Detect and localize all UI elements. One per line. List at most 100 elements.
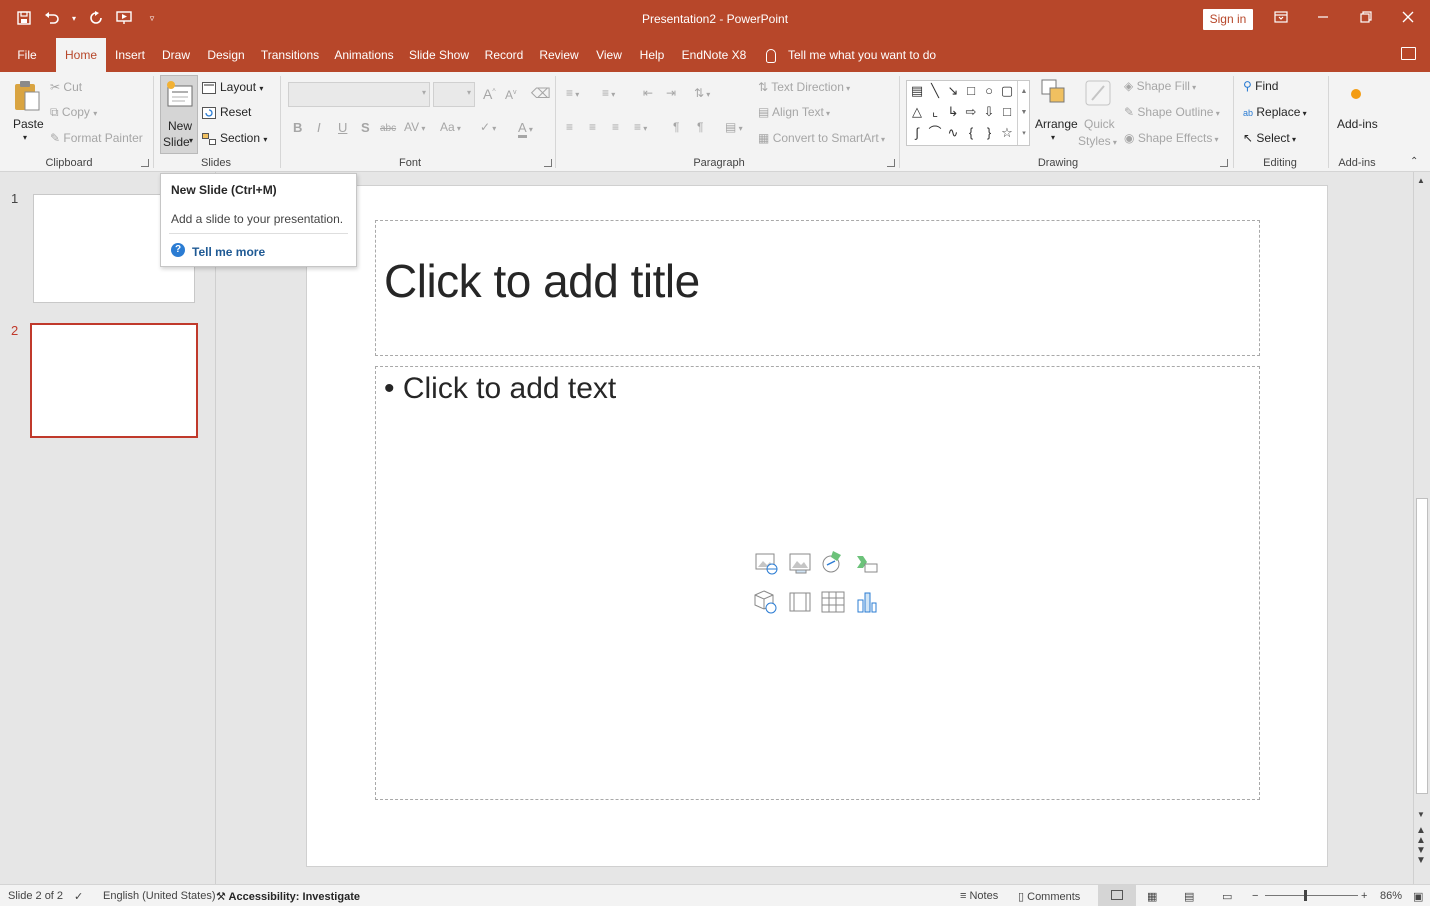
reading-view-icon[interactable]: ▤	[1184, 890, 1194, 903]
elbow-arrow-icon[interactable]: ↳	[945, 104, 961, 120]
tab-file[interactable]: File	[9, 38, 45, 72]
tab-design[interactable]: Design	[203, 38, 249, 72]
paragraph-launcher-icon[interactable]	[887, 159, 895, 167]
rtl-icon[interactable]: ¶	[697, 120, 703, 134]
line-spacing-icon[interactable]: ⇅ ▾	[694, 86, 710, 100]
shapes-gallery[interactable]: ▤ ╲ ↘ □ ○ ▢ △ ⌞ ↳ ⇨ ⇩ □ ∫ ⌒ ∿ { } ☆ ▲ ▼ ▾	[906, 80, 1030, 146]
tab-draw[interactable]: Draw	[157, 38, 195, 72]
zoom-slider-thumb[interactable]	[1304, 890, 1307, 901]
scroll-up-icon[interactable]: ▲	[1417, 176, 1425, 185]
align-text-button[interactable]: ▤ Align Text ▾	[758, 105, 830, 119]
sign-in-button[interactable]: Sign in	[1203, 9, 1253, 30]
character-spacing-button[interactable]: AV ▾	[404, 120, 425, 134]
right-brace-icon[interactable]: }	[981, 125, 997, 141]
gallery-scroll[interactable]: ▲ ▼ ▾	[1017, 81, 1030, 145]
next-slide-icon[interactable]: ▼ ▼	[1416, 846, 1426, 866]
bold-button[interactable]: B	[293, 120, 302, 135]
previous-slide-icon[interactable]: ▲ ▲	[1416, 826, 1426, 846]
arc-icon[interactable]: ⌒	[927, 125, 943, 141]
down-arrow-icon[interactable]: ⇩	[981, 104, 997, 120]
reset-button[interactable]: Reset	[202, 105, 251, 119]
slide-thumbnail-2[interactable]	[30, 323, 198, 438]
slide-sorter-icon[interactable]: ▦	[1147, 890, 1157, 903]
fit-slide-icon[interactable]: ▣	[1413, 890, 1423, 903]
vertical-scrollbar[interactable]: ▲ ▼ ▲ ▲ ▼ ▼	[1413, 172, 1430, 884]
paste-dropdown-icon[interactable]: ▾	[23, 133, 27, 142]
snip-rectangle-icon[interactable]: □	[999, 104, 1015, 120]
increase-indent-icon[interactable]: ⇥	[666, 86, 676, 100]
find-button[interactable]: ⚲ Find	[1243, 79, 1278, 93]
section-button[interactable]: Section ▾	[202, 131, 267, 145]
comments-button[interactable]: ▯ Comments	[1018, 890, 1080, 903]
convert-smartart-button[interactable]: ▦ Convert to SmartArt ▾	[758, 131, 885, 145]
tab-transitions[interactable]: Transitions	[257, 38, 323, 72]
zoom-level[interactable]: 86%	[1380, 890, 1402, 902]
close-icon[interactable]	[1398, 8, 1418, 28]
arrange-button[interactable]: Arrange	[1035, 117, 1078, 131]
italic-button[interactable]: I	[317, 120, 321, 135]
elbow-connector-icon[interactable]: ⌞	[927, 104, 943, 120]
strikethrough-button[interactable]: abc	[380, 123, 396, 134]
text-box-icon[interactable]: ▤	[909, 83, 925, 99]
zoom-slider[interactable]	[1265, 895, 1358, 896]
freeform-icon[interactable]: ∫	[909, 125, 925, 141]
icons-icon[interactable]	[821, 549, 845, 573]
right-arrow-icon[interactable]: ⇨	[963, 104, 979, 120]
video-icon[interactable]	[788, 590, 812, 614]
curve-icon[interactable]: ∿	[945, 125, 961, 141]
font-launcher-icon[interactable]	[544, 159, 552, 167]
grow-font-button[interactable]: A^	[483, 86, 496, 102]
font-size-dropdown[interactable]: ▾	[433, 82, 475, 107]
layout-button[interactable]: Layout ▾	[202, 80, 263, 94]
decrease-indent-icon[interactable]: ⇤	[643, 86, 653, 100]
content-placeholder[interactable]	[375, 366, 1260, 800]
highlight-icon[interactable]: ✓ ▾	[480, 120, 496, 134]
numbering-icon[interactable]: ≡ ▾	[602, 86, 615, 100]
rectangle-icon[interactable]: □	[963, 83, 979, 99]
scrollbar-thumb[interactable]	[1416, 498, 1428, 794]
tab-record[interactable]: Record	[480, 38, 528, 72]
shrink-font-button[interactable]: Av	[505, 88, 517, 102]
stock-images-icon[interactable]	[754, 551, 778, 575]
slideshow-view-icon[interactable]: ▭	[1222, 890, 1232, 903]
bullets-icon[interactable]: ≡ ▾	[566, 86, 579, 100]
3d-models-icon[interactable]	[754, 589, 778, 614]
new-slide-button[interactable]: New Slide ▾	[160, 75, 198, 154]
shape-outline-button[interactable]: ✎ Shape Outline ▾	[1124, 105, 1220, 119]
font-name-dropdown[interactable]: ▾	[288, 82, 430, 107]
notes-button[interactable]: ≡ Notes	[960, 890, 998, 902]
tab-view[interactable]: View	[590, 38, 628, 72]
columns-icon[interactable]: ▤ ▾	[725, 120, 743, 134]
collapse-ribbon-icon[interactable]: ⌃	[1410, 156, 1418, 167]
tab-animations[interactable]: Animations	[330, 38, 398, 72]
line-icon[interactable]: ╲	[927, 83, 943, 99]
tab-slide-show[interactable]: Slide Show	[405, 38, 473, 72]
triangle-icon[interactable]: △	[909, 104, 925, 120]
tell-me-search[interactable]: Tell me what you want to do	[766, 38, 936, 72]
text-direction-button[interactable]: ⇅ Text Direction ▾	[758, 80, 850, 94]
quick-styles-button[interactable]: Styles ▾	[1078, 134, 1117, 148]
cut-button[interactable]: ✂ Cut	[50, 80, 82, 94]
normal-view-button[interactable]	[1098, 885, 1136, 906]
tell-me-more-link[interactable]: Tell me more	[192, 245, 265, 259]
clipboard-launcher-icon[interactable]	[141, 159, 149, 167]
oval-icon[interactable]: ○	[981, 83, 997, 99]
quick-styles-icon[interactable]	[1083, 78, 1113, 110]
chart-icon[interactable]	[855, 590, 879, 614]
text-shadow-button[interactable]: S	[361, 120, 370, 135]
language-indicator[interactable]: English (United States)	[103, 890, 216, 902]
rounded-rectangle-icon[interactable]: ▢	[999, 83, 1015, 99]
font-color-button[interactable]: A ▾	[518, 120, 533, 138]
spelling-check-icon[interactable]: ✓	[74, 890, 83, 903]
ltr-icon[interactable]: ¶	[673, 120, 679, 134]
pictures-icon[interactable]	[788, 551, 812, 575]
zoom-out-icon[interactable]: −	[1252, 890, 1258, 902]
align-right-icon[interactable]: ≡	[612, 120, 619, 134]
arrange-dropdown-icon[interactable]: ▾	[1051, 133, 1055, 142]
accessibility-checker[interactable]: ⚒ Accessibility: Investigate	[216, 890, 360, 903]
tab-review[interactable]: Review	[535, 38, 583, 72]
underline-button[interactable]: U	[338, 120, 347, 135]
star-icon[interactable]: ☆	[999, 125, 1015, 141]
shape-effects-button[interactable]: ◉ Shape Effects ▾	[1124, 131, 1219, 145]
zoom-in-icon[interactable]: +	[1361, 890, 1367, 902]
